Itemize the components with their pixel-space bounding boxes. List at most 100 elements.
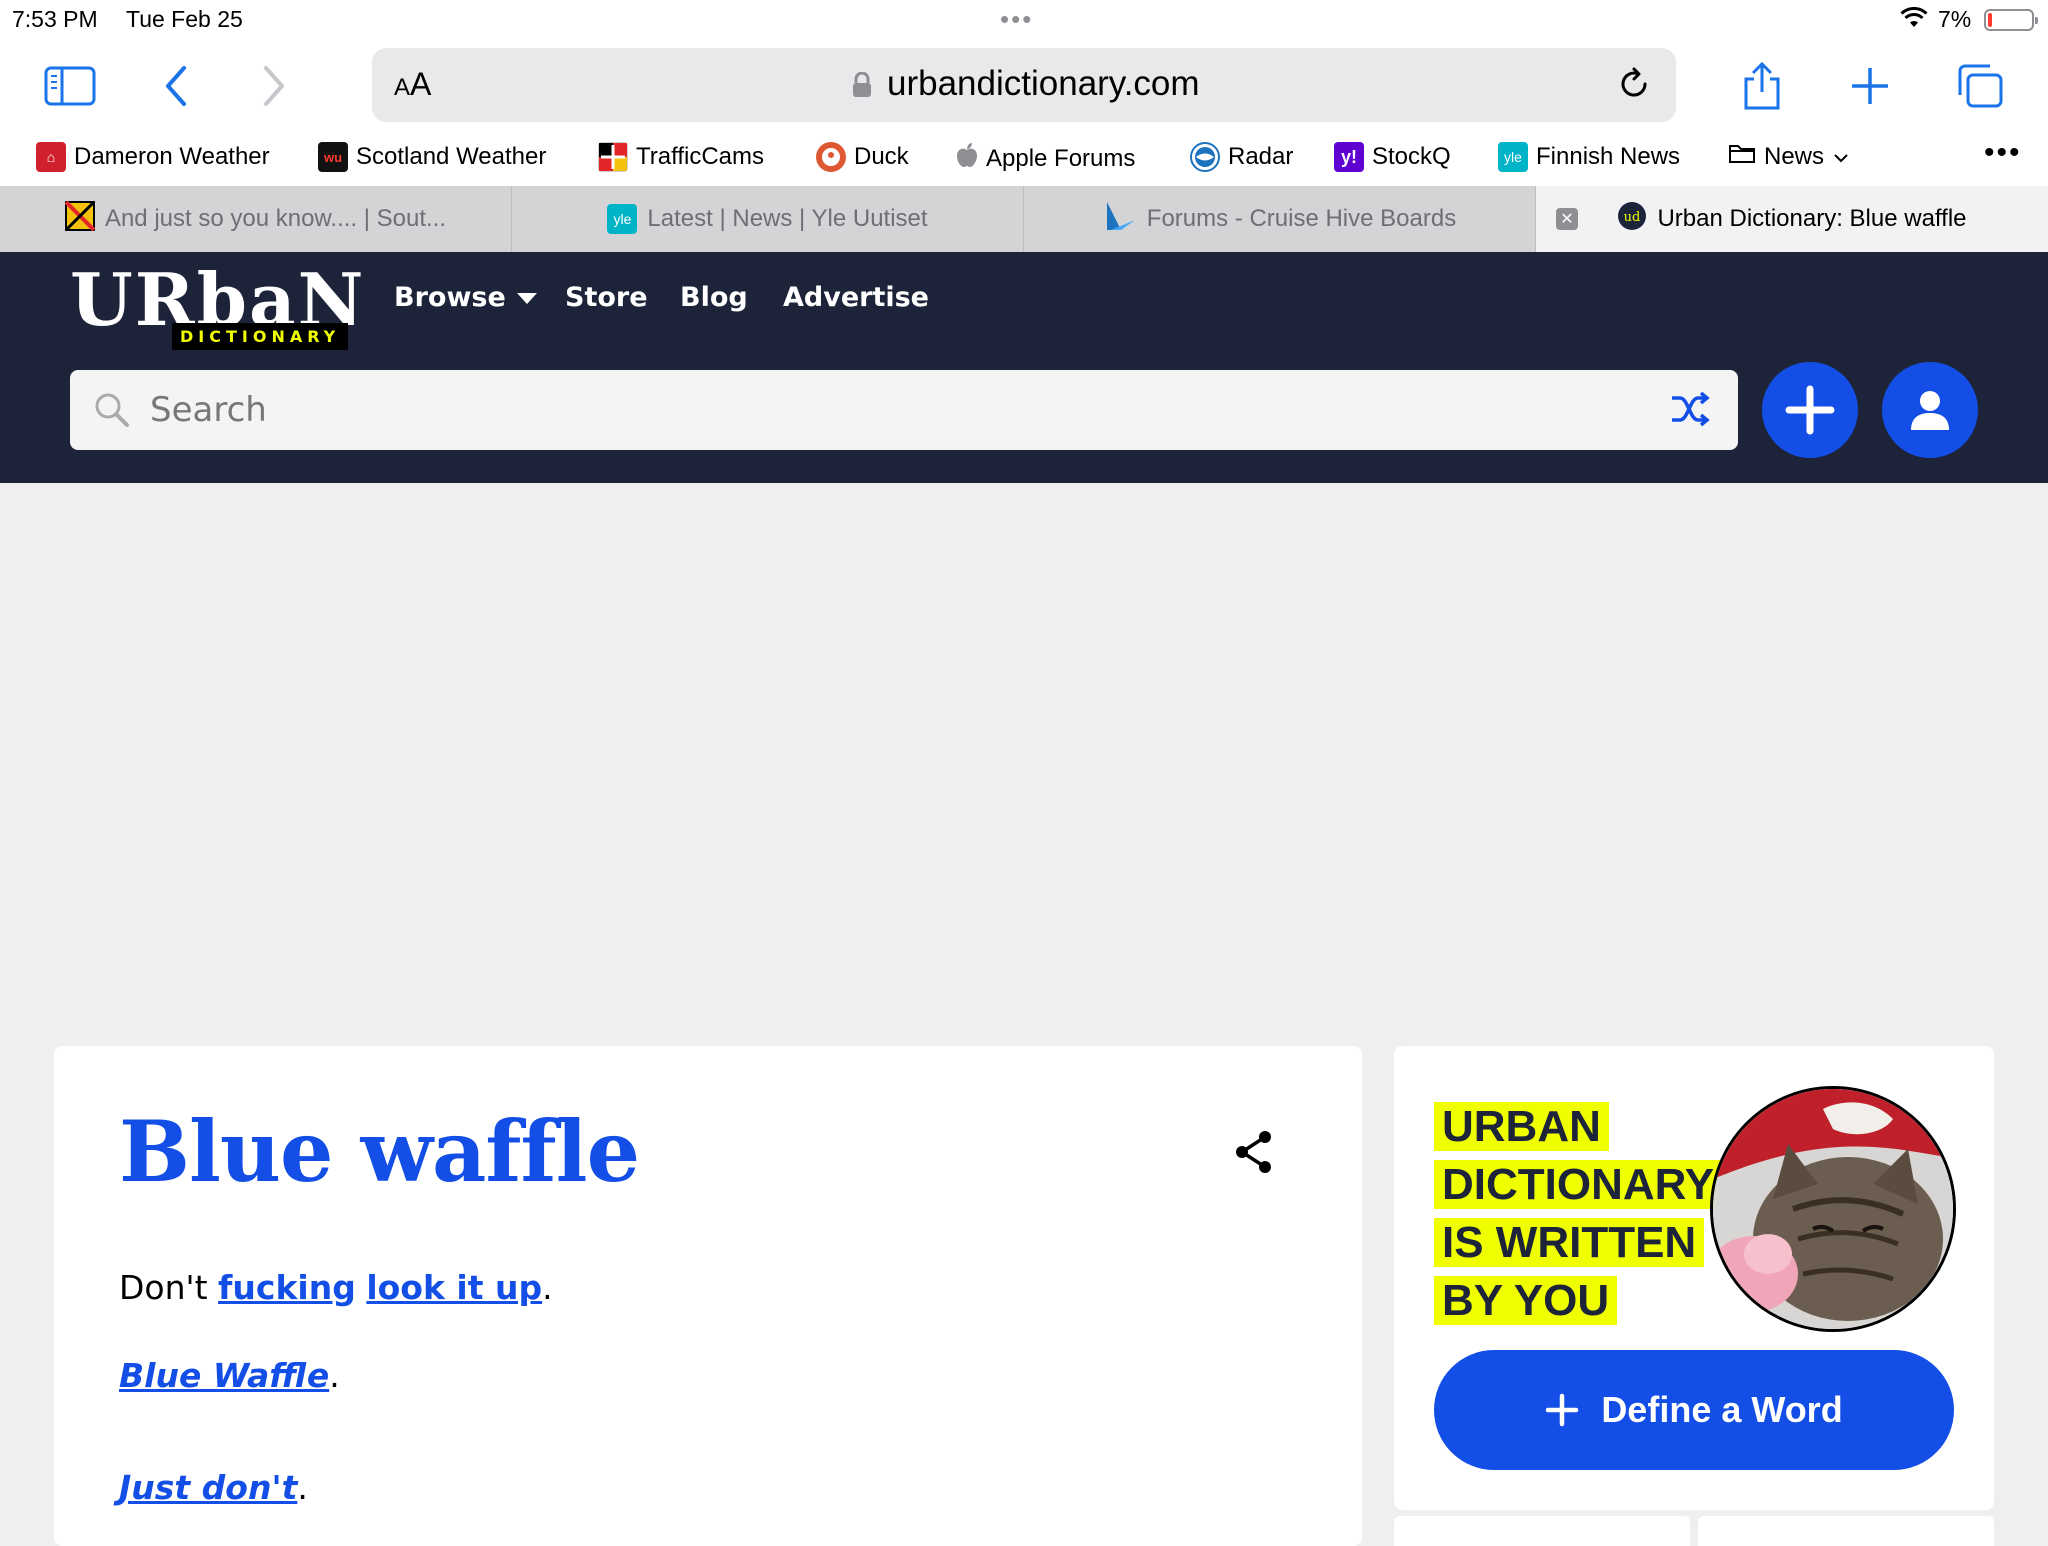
definition-line-1: Don't fucking look it up. [119, 1268, 553, 1307]
account-button[interactable] [1882, 362, 1978, 458]
definition-text: . [297, 1468, 308, 1507]
close-tab-icon[interactable]: ✕ [1556, 208, 1578, 230]
tab-urban-dictionary[interactable]: ✕ ud Urban Dictionary: Blue waffle [1536, 186, 2048, 252]
wifi-icon [1900, 6, 1928, 35]
define-a-word-button[interactable]: Define a Word [1434, 1350, 1954, 1470]
bookmark-label: Apple Forums [986, 144, 1136, 172]
more-icon[interactable]: ••• [1984, 136, 2022, 170]
sidebar-tagline: URBAN DICTIONARY IS WRITTEN BY YOU [1434, 1098, 1723, 1330]
forward-icon[interactable] [246, 58, 302, 114]
logo-subtitle: DICTIONARY [172, 323, 349, 350]
house-icon: ⌂ [36, 142, 66, 172]
sidebar-icon[interactable] [42, 58, 98, 114]
bookmark-scotland-weather[interactable]: wu Scotland Weather [318, 142, 546, 172]
plus-icon [1785, 385, 1835, 435]
nav-browse-label: Browse [394, 282, 506, 313]
url-text: urbandictionary.com [887, 64, 1200, 103]
add-definition-button[interactable] [1762, 362, 1858, 458]
status-date: Tue Feb 25 [126, 6, 243, 32]
bookmark-label: TrafficCams [636, 143, 765, 170]
nav-blog[interactable]: Blog [680, 282, 748, 313]
new-tab-icon[interactable] [1842, 58, 1898, 114]
bookmark-finnish-news[interactable]: yle Finnish News [1498, 142, 1680, 172]
cruise-hive-icon [1103, 200, 1137, 239]
caret-down-icon [516, 292, 537, 304]
bookmarks-bar: ⌂ Dameron Weather wu Scotland Weather Tr… [0, 130, 2048, 186]
definition-link-blue-waffle[interactable]: Blue Waffle [119, 1356, 329, 1395]
nav-store[interactable]: Store [565, 282, 648, 313]
yahoo-icon: y! [1334, 142, 1364, 172]
definition-text: Don't [119, 1268, 219, 1307]
user-icon [1911, 391, 1949, 430]
tabs-overview-icon[interactable] [1952, 58, 2008, 114]
definition-line-3: Just don't. [119, 1468, 308, 1507]
definition-text: . [542, 1268, 553, 1307]
tab-bar: And just so you know.... | Sout... yle L… [0, 186, 2048, 252]
duck-icon [816, 142, 846, 172]
chevron-down-icon [1832, 143, 1850, 171]
tab-south[interactable]: And just so you know.... | Sout... [0, 186, 512, 252]
tagline-text: URBAN DICTIONARY IS WRITTEN BY YOU [1434, 1102, 1723, 1325]
flag-icon [598, 142, 628, 172]
next-card-stub [1394, 1516, 1690, 1546]
definition-link-fucking[interactable]: fucking [218, 1268, 356, 1307]
plus-icon [1546, 1393, 1579, 1427]
folder-icon [1728, 142, 1756, 171]
search-box [70, 370, 1738, 450]
battery-percent: 7% [1938, 6, 1972, 32]
bookmark-label: News [1764, 142, 1825, 170]
next-card-stub [1698, 1516, 1994, 1546]
site-logo[interactable]: URbaN DICTIONARY [70, 257, 370, 350]
bookmark-label: StockQ [1372, 143, 1451, 170]
bookmark-label: Radar [1228, 143, 1294, 170]
lock-icon [852, 71, 872, 103]
back-icon[interactable] [148, 58, 204, 114]
bookmark-trafficcams[interactable]: TrafficCams [598, 142, 764, 172]
reload-icon[interactable] [1616, 66, 1652, 107]
share-icon[interactable] [1734, 58, 1790, 114]
ud-favicon-icon: ud [1617, 201, 1647, 238]
tab-label: Urban Dictionary: Blue waffle [1657, 205, 1967, 232]
definition-link-just-dont[interactable]: Just don't [119, 1468, 297, 1507]
browser-toolbar: AA urbandictionary.com [0, 40, 2048, 130]
nav-advertise[interactable]: Advertise [783, 282, 929, 313]
bookmark-apple-forums[interactable]: Apple Forums [956, 142, 1135, 175]
battery-icon [1984, 9, 2038, 31]
bookmark-dameron-weather[interactable]: ⌂ Dameron Weather [36, 142, 270, 172]
tab-label: Forums - Cruise Hive Boards [1146, 205, 1457, 232]
search-icon [94, 392, 130, 432]
multitasking-dots-icon[interactable]: ••• [1000, 4, 1033, 35]
status-bar: 7:53 PM Tue Feb 25 ••• 7% [0, 0, 2048, 40]
definition-card: Blue waffle Don't fucking look it up. Bl… [54, 1046, 1362, 1546]
definition-link-look-it-up[interactable]: look it up [366, 1268, 542, 1307]
random-shuffle-icon[interactable] [1670, 390, 1710, 432]
site-header: URbaN DICTIONARY Browse Store Blog Adver… [0, 252, 2048, 483]
address-bar[interactable]: AA urbandictionary.com [372, 48, 1676, 122]
tab-yle[interactable]: yle Latest | News | Yle Uutiset [512, 186, 1024, 252]
svg-text:ud: ud [1624, 210, 1641, 225]
sidebar-card: URBAN DICTIONARY IS WRITTEN BY YOU Defin… [1394, 1046, 1994, 1510]
status-time: 7:53 PM [12, 6, 98, 32]
bookmark-folder-news[interactable]: News [1728, 142, 1850, 171]
tab-label: And just so you know.... | Sout... [104, 205, 447, 232]
search-input[interactable] [150, 382, 1630, 438]
bookmark-stockq[interactable]: y! StockQ [1334, 142, 1451, 172]
tab-label: Latest | News | Yle Uutiset [647, 205, 928, 232]
bookmark-duck[interactable]: Duck [816, 142, 909, 172]
wu-icon: wu [318, 142, 348, 172]
definition-word[interactable]: Blue waffle [119, 1102, 640, 1201]
nav-browse[interactable]: Browse [394, 282, 538, 313]
yle-icon: yle [607, 204, 638, 234]
cat-avatar-image [1710, 1086, 1956, 1332]
reader-settings-button[interactable]: AA [394, 66, 431, 103]
definition-line-2: Blue Waffle. [119, 1356, 340, 1395]
definition-text: . [329, 1356, 340, 1395]
bookmark-label: Duck [854, 143, 909, 170]
tab-cruise-hive[interactable]: Forums - Cruise Hive Boards [1024, 186, 1536, 252]
bookmark-label: Dameron Weather [74, 143, 270, 170]
bookmark-radar[interactable]: Radar [1190, 142, 1293, 172]
apple-icon [956, 142, 978, 175]
bookmark-label: Finnish News [1536, 143, 1681, 170]
define-button-label: Define a Word [1601, 1389, 1843, 1430]
share-definition-icon[interactable] [1234, 1130, 1274, 1178]
